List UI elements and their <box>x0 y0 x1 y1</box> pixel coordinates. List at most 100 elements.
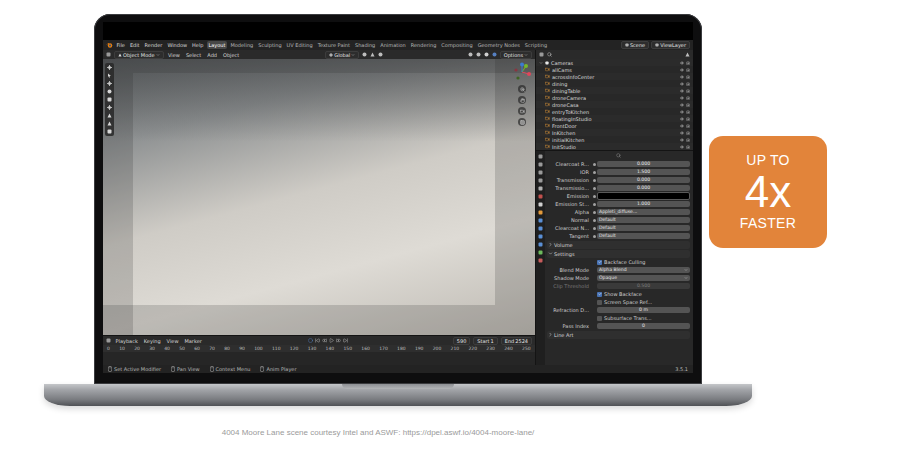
menu-item[interactable]: Marker <box>183 338 203 344</box>
socket-icon[interactable] <box>593 227 596 230</box>
outliner-item[interactable]: acrossInfoCenter <box>536 73 693 80</box>
workspace-tab[interactable]: Sculpting <box>257 41 283 49</box>
socket-icon[interactable] <box>593 195 596 198</box>
status-bar: Set Active ModifierPan ViewContext MenuA… <box>103 365 693 373</box>
link-field[interactable]: Default <box>597 233 690 239</box>
number-field[interactable]: 0 <box>597 323 690 329</box>
workspace-tab[interactable]: Modeling <box>229 41 255 49</box>
socket-icon[interactable] <box>593 219 596 222</box>
property-label: Tangent <box>547 233 591 239</box>
end-frame-field[interactable]: End2524 <box>501 337 532 345</box>
outliner-item[interactable]: floatingInStudio <box>536 115 693 122</box>
outliner-item[interactable]: FrontDoor <box>536 122 693 129</box>
status-hint: Pan View <box>171 366 199 372</box>
link-field[interactable]: Appleti_diffuse... <box>597 209 690 215</box>
current-frame-field[interactable]: 590 <box>453 337 471 345</box>
orientation-dropdown[interactable]: Global <box>325 51 359 59</box>
checkbox[interactable] <box>597 300 602 305</box>
workspace-tab[interactable]: UV Editing <box>285 41 314 49</box>
workspace-tab[interactable]: Shading <box>353 41 376 49</box>
checkbox[interactable] <box>597 260 602 265</box>
outliner-item[interactable]: Cameras <box>536 59 693 66</box>
number-field[interactable]: 1.500 <box>597 169 690 175</box>
workspace-tab[interactable]: Texture Paint <box>316 41 351 49</box>
number-field[interactable]: 1.000 <box>597 201 690 207</box>
link-field[interactable]: Default <box>597 217 690 223</box>
pan-button[interactable] <box>518 96 526 104</box>
checkbox[interactable] <box>597 292 602 297</box>
property-label: Alpha <box>547 209 591 215</box>
outliner-item[interactable]: InitStudio <box>536 143 693 150</box>
viewport-render[interactable] <box>103 59 535 335</box>
dropdown[interactable]: Alpha Blend <box>597 267 690 273</box>
outliner-label: Cameras <box>551 60 573 66</box>
menu-item[interactable]: View <box>165 338 180 344</box>
menu-item[interactable]: Keying <box>142 338 162 344</box>
menu-item[interactable]: Render <box>143 42 164 48</box>
axis-gizmo-icon[interactable] <box>512 62 532 82</box>
zoom-button[interactable] <box>518 85 526 93</box>
socket-icon[interactable] <box>593 235 596 238</box>
menu-item[interactable]: Edit <box>128 42 141 48</box>
workspace-tab[interactable]: Geometry Nodes <box>476 41 521 49</box>
workspace-tab[interactable]: Scripting <box>523 41 548 49</box>
start-frame-field[interactable]: Start1 <box>473 337 497 345</box>
camera-object-icon <box>545 102 550 107</box>
outliner-item[interactable]: entryToKitchen <box>536 108 693 115</box>
workspace-tab[interactable]: Layout <box>207 41 227 49</box>
panel-header[interactable]: Volume <box>547 241 690 249</box>
timeline-track[interactable] <box>103 352 535 365</box>
menu-item[interactable]: Playback <box>114 338 139 344</box>
outliner-item[interactable]: droneCasa <box>536 101 693 108</box>
render-camera-icon <box>686 117 690 121</box>
outliner-item[interactable]: droneCamera <box>536 94 693 101</box>
badge-bottom-text: FASTER <box>740 215 796 232</box>
panel-header[interactable]: Settings <box>547 250 690 258</box>
ruler-tick: 90 <box>239 346 245 352</box>
number-field[interactable]: 0.000 <box>597 161 690 167</box>
blender-logo-icon[interactable] <box>106 42 113 48</box>
mode-dropdown[interactable]: Object Mode <box>114 51 164 59</box>
panel-header[interactable]: Line Art <box>547 331 690 339</box>
menu-item[interactable]: View <box>167 52 182 58</box>
workspace-tab[interactable]: Animation <box>379 41 408 49</box>
socket-icon[interactable] <box>593 187 596 190</box>
perspective-button[interactable] <box>518 118 526 126</box>
properties-search[interactable] <box>547 152 690 159</box>
render-camera-icon <box>686 89 690 93</box>
outliner-item[interactable]: initialKitchen <box>536 136 693 143</box>
checkbox[interactable] <box>597 316 602 321</box>
physics-icon <box>538 234 543 239</box>
menu-item[interactable]: Add <box>206 52 219 58</box>
options-button[interactable]: Options <box>500 51 532 59</box>
property-row: NormalDefault <box>547 216 690 224</box>
dropdown[interactable]: Opaque <box>597 275 690 281</box>
camera-view-button[interactable] <box>518 107 526 115</box>
workspace-tab[interactable]: Rendering <box>409 41 438 49</box>
menu-item[interactable]: Select <box>184 52 202 58</box>
scene-field[interactable]: Scene <box>621 41 649 49</box>
outliner-item[interactable]: InKitchen <box>536 129 693 136</box>
menu-item[interactable]: Object <box>222 52 241 58</box>
mouse-icon <box>210 366 214 372</box>
menu-item[interactable]: File <box>115 42 126 48</box>
pivot-icon <box>362 52 367 57</box>
number-field[interactable]: 0.000 <box>597 177 690 183</box>
outliner-item[interactable]: diningTable <box>536 87 693 94</box>
outliner-item[interactable]: allCams <box>536 66 693 73</box>
socket-icon[interactable] <box>593 163 596 166</box>
number-field[interactable]: 0 m <box>597 307 690 313</box>
socket-icon[interactable] <box>593 211 596 214</box>
color-swatch[interactable] <box>597 192 690 200</box>
workspace-tab[interactable]: Compositing <box>440 41 474 49</box>
number-field[interactable]: 0.000 <box>597 185 690 191</box>
menu-item[interactable]: Help <box>191 42 205 48</box>
socket-icon[interactable] <box>593 171 596 174</box>
property-label: Transmission <box>547 177 591 183</box>
menu-item[interactable]: Window <box>166 42 189 48</box>
socket-icon[interactable] <box>593 179 596 182</box>
socket-icon[interactable] <box>593 203 596 206</box>
outliner-item[interactable]: dining <box>536 80 693 87</box>
link-field[interactable]: Default <box>597 225 690 231</box>
view-layer-field[interactable]: ViewLayer <box>651 41 690 49</box>
